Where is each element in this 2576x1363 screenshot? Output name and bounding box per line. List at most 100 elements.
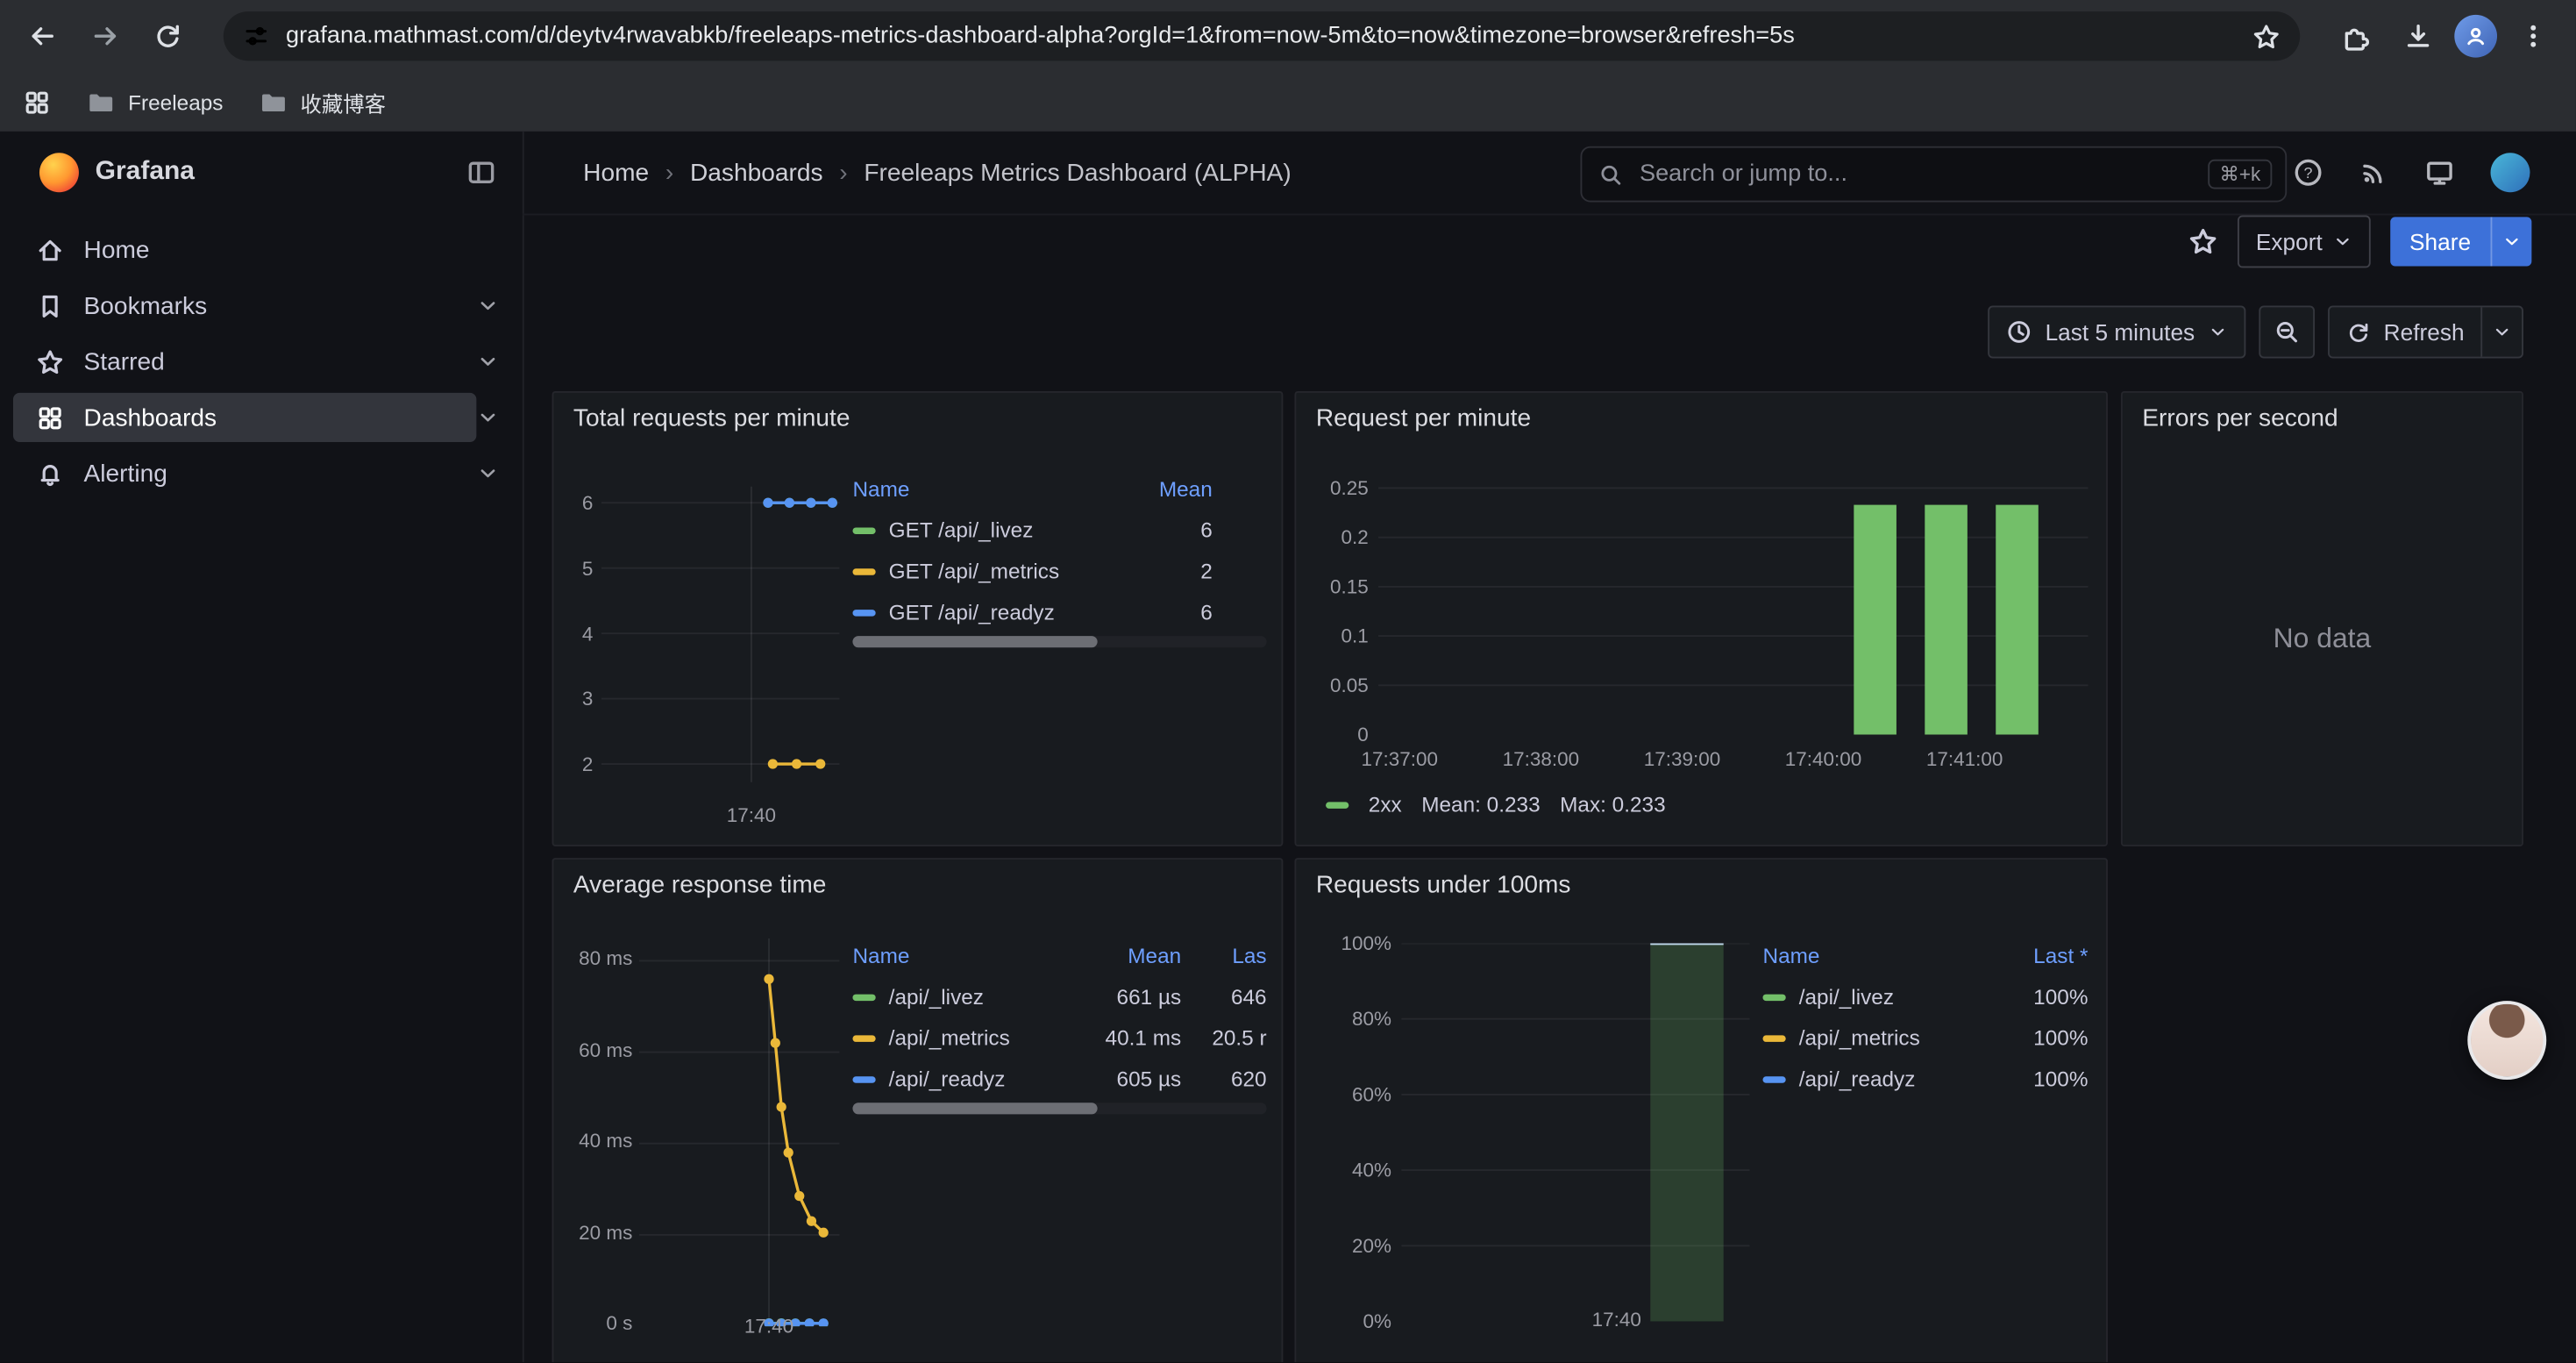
y-axis: 0.250.20.150.10.050 — [1306, 488, 1369, 734]
reload-button[interactable] — [141, 10, 194, 62]
legend-table: NameMeanLas/api/_livez661 µs646/api/_met… — [852, 933, 1266, 1099]
legend-row[interactable]: /api/_metrics40.1 ms20.5 r — [852, 1017, 1266, 1059]
x-tick: 17:40 — [1592, 1308, 1641, 1331]
y-tick: 20% — [1352, 1234, 1391, 1257]
share-button[interactable]: Share — [2390, 217, 2532, 266]
site-settings-icon[interactable] — [243, 23, 269, 49]
forward-button[interactable] — [79, 10, 132, 62]
help-icon[interactable]: ? — [2294, 158, 2323, 188]
floating-avatar[interactable] — [2467, 1001, 2546, 1080]
breadcrumb-home[interactable]: Home — [583, 159, 649, 187]
panel-title[interactable]: Average response time — [573, 871, 827, 899]
chevron-down-icon[interactable] — [476, 350, 499, 373]
monitor-icon[interactable] — [2425, 158, 2455, 188]
legend-row[interactable]: /api/_livez100% — [1762, 976, 2088, 1017]
time-range-picker[interactable]: Last 5 minutes — [1988, 306, 2245, 359]
favorite-star-icon[interactable] — [2188, 227, 2218, 257]
refresh-interval-chevron[interactable] — [2480, 307, 2522, 356]
panel-title[interactable]: Total requests per minute — [573, 404, 850, 432]
legend-row[interactable]: GET /api/_metrics2 — [852, 551, 1266, 592]
panel-title[interactable]: Request per minute — [1316, 404, 1531, 432]
bookmark-item[interactable]: 收藏博客 — [260, 86, 386, 118]
back-button[interactable] — [17, 10, 69, 62]
y-tick: 100% — [1341, 931, 1391, 954]
zoom-out-icon — [2274, 318, 2300, 345]
user-avatar[interactable] — [2491, 153, 2530, 192]
y-tick: 80% — [1352, 1008, 1391, 1031]
refresh-icon — [2346, 319, 2371, 344]
browser-chrome: grafana.mathmast.com/d/deytv4rwavabkb/fr… — [0, 0, 2576, 132]
request-per-minute-chart — [1378, 478, 2088, 734]
series-marker — [1326, 801, 1348, 807]
bookmark-icon — [36, 292, 64, 320]
grafana-logo[interactable] — [39, 153, 79, 192]
sidebar-item-bookmarks[interactable]: Bookmarks — [0, 278, 523, 334]
sidebar-item-alerting[interactable]: Alerting — [0, 446, 523, 502]
y-tick: 0.15 — [1330, 575, 1369, 598]
sidebar-item-dashboards[interactable]: Dashboards — [0, 389, 523, 446]
breadcrumb-dashboards[interactable]: Dashboards — [690, 159, 823, 187]
legend-row[interactable]: /api/_readyz100% — [1762, 1059, 2088, 1100]
y-tick: 3 — [582, 688, 594, 710]
bookmark-star-icon[interactable] — [2252, 22, 2281, 50]
series-max: Max: 0.233 — [1560, 792, 1666, 817]
url-text[interactable]: grafana.mathmast.com/d/deytv4rwavabkb/fr… — [286, 23, 2236, 49]
legend-table: NameMeanGET /api/_livez6GET /api/_metric… — [852, 467, 1266, 632]
grafana-app: Grafana Home Bookmarks — [0, 132, 2576, 1362]
legend-table: NameLast */api/_livez100%/api/_metrics10… — [1762, 933, 2088, 1099]
bookmark-label: 收藏博客 — [301, 86, 386, 118]
search-input[interactable] — [1636, 160, 2195, 189]
legend-row[interactable]: /api/_readyz605 µs620 — [852, 1059, 1266, 1100]
browser-profile-avatar[interactable] — [2454, 15, 2497, 58]
address-bar[interactable]: grafana.mathmast.com/d/deytv4rwavabkb/fr… — [224, 11, 2300, 61]
chevron-down-icon[interactable] — [476, 406, 499, 429]
export-button[interactable]: Export — [2238, 215, 2370, 268]
series-name[interactable]: 2xx — [1369, 792, 1402, 817]
panel-title[interactable]: Requests under 100ms — [1316, 871, 1571, 899]
y-tick: 2 — [582, 753, 594, 775]
download-icon[interactable] — [2392, 10, 2444, 62]
legend[interactable]: 2xx Mean: 0.233 Max: 0.233 — [1326, 792, 1666, 817]
bookmark-item[interactable]: Freeleaps — [87, 88, 223, 116]
star-icon — [36, 347, 64, 375]
extensions-icon[interactable] — [2330, 10, 2382, 62]
chevron-down-icon — [2332, 232, 2352, 251]
chevron-down-icon[interactable] — [476, 294, 499, 317]
legend-row[interactable]: GET /api/_livez6 — [852, 510, 1266, 551]
legend-row[interactable]: GET /api/_readyz6 — [852, 592, 1266, 633]
browser-menu-icon[interactable] — [2507, 10, 2559, 62]
sidebar-item-starred[interactable]: Starred — [0, 333, 523, 389]
search-box[interactable]: ⌘+k — [1580, 146, 2287, 203]
chevron-down-icon[interactable] — [476, 462, 499, 485]
x-tick: 17:41:00 — [1926, 748, 2003, 771]
share-menu-chevron[interactable] — [2491, 217, 2532, 266]
x-axis: 17:40 — [1401, 1308, 1749, 1331]
brand-name: Grafana — [96, 158, 466, 188]
scrollbar-thumb[interactable] — [852, 1103, 1097, 1114]
breadcrumb-separator: › — [665, 159, 673, 187]
x-tick: 17:40:00 — [1785, 748, 1862, 771]
apps-grid-icon[interactable] — [23, 88, 51, 116]
sidebar-item-label: Dashboards — [84, 403, 217, 432]
zoom-out-button[interactable] — [2259, 306, 2315, 359]
search-shortcut: ⌘+k — [2208, 160, 2272, 189]
sidebar-item-home[interactable]: Home — [0, 222, 523, 278]
news-rss-icon[interactable] — [2359, 158, 2389, 188]
legend-row[interactable]: /api/_livez661 µs646 — [852, 976, 1266, 1017]
refresh-button[interactable]: Refresh — [2330, 307, 2480, 356]
sidebar-toggle-icon[interactable] — [466, 158, 496, 188]
browser-toolbar: grafana.mathmast.com/d/deytv4rwavabkb/fr… — [0, 0, 2576, 72]
panel-title[interactable]: Errors per second — [2142, 404, 2338, 432]
legend-row[interactable]: /api/_metrics100% — [1762, 1017, 2088, 1059]
y-tick: 0 s — [606, 1311, 632, 1334]
legend-column-header[interactable]: Mean — [1114, 475, 1212, 500]
scrollbar-thumb[interactable] — [852, 636, 1097, 647]
chevron-down-icon — [2208, 322, 2227, 341]
legend-column-header[interactable]: Las — [1181, 943, 1266, 967]
x-tick: 17:38:00 — [1503, 748, 1580, 771]
legend-column-header[interactable]: Last * — [1989, 943, 2088, 967]
y-tick: 60% — [1352, 1083, 1391, 1106]
legend-column-header[interactable]: Mean — [1076, 943, 1181, 967]
series-marker — [852, 1034, 875, 1040]
panel-errors-per-second: Errors per second No data — [2121, 391, 2523, 846]
